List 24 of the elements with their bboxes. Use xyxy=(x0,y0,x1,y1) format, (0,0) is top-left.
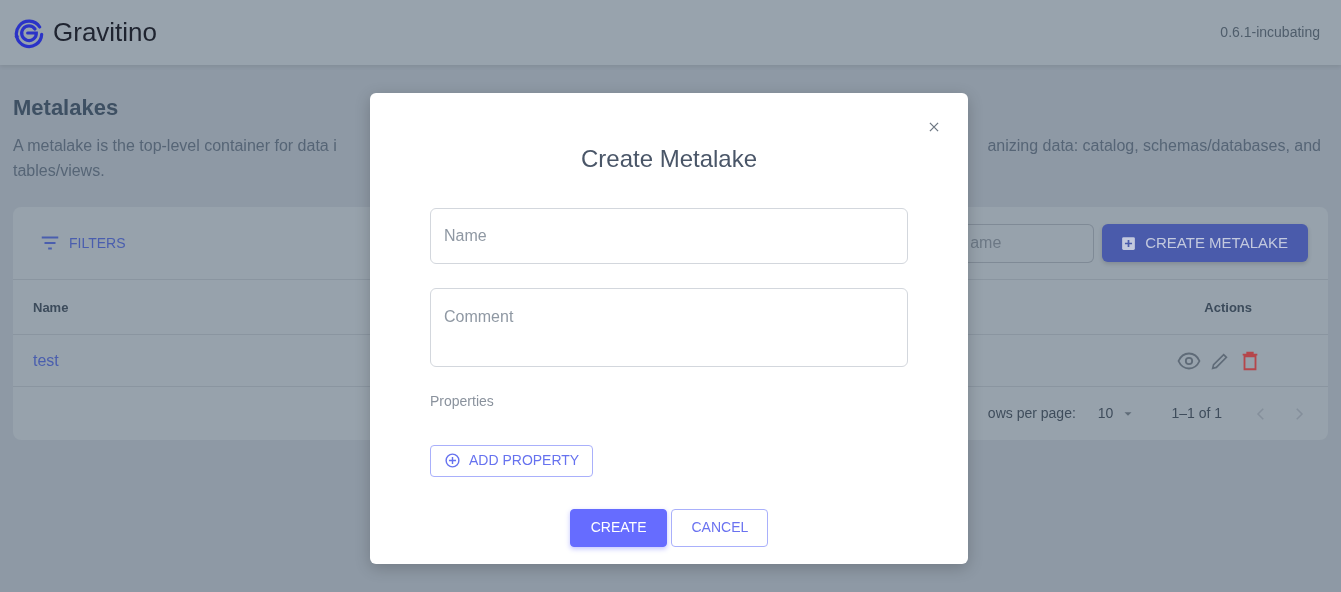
close-button[interactable] xyxy=(927,120,941,134)
close-icon xyxy=(927,120,941,134)
column-header: Actions xyxy=(1204,298,1252,317)
metalake-link[interactable]: test xyxy=(33,348,59,373)
add-property-button[interactable]: ADD PROPERTY xyxy=(430,444,594,477)
properties-label: Properties xyxy=(430,391,495,411)
filters-button[interactable]: FILTERS xyxy=(39,228,126,259)
cancel-button[interactable]: CANCEL xyxy=(671,508,769,547)
name-field[interactable]: Name xyxy=(430,207,908,264)
rows-per-page-select[interactable]: 10 xyxy=(1097,403,1136,425)
plus-icon xyxy=(1120,234,1138,252)
column-header: Name xyxy=(33,298,69,317)
logo-text: Gravitino xyxy=(53,16,158,49)
comment-field[interactable]: Comment xyxy=(430,287,908,367)
description-text: anizing data: catalog, schemas/databases, and xyxy=(987,136,1321,157)
create-metalake-button[interactable]: CREATE METALAKE xyxy=(1102,224,1308,263)
page-range: 1–1 of 1 xyxy=(1171,404,1222,424)
version-label: 0.6.1-incubating xyxy=(1220,23,1320,42)
rows-per-page-label: ows per page: xyxy=(987,404,1076,424)
create-button[interactable]: CREATE xyxy=(569,508,668,547)
page-title: Metalakes xyxy=(13,95,120,122)
dialog-title: Create Metalake xyxy=(579,145,759,174)
plus-circle-icon xyxy=(444,452,461,470)
description-text: tables/views. xyxy=(13,162,105,180)
